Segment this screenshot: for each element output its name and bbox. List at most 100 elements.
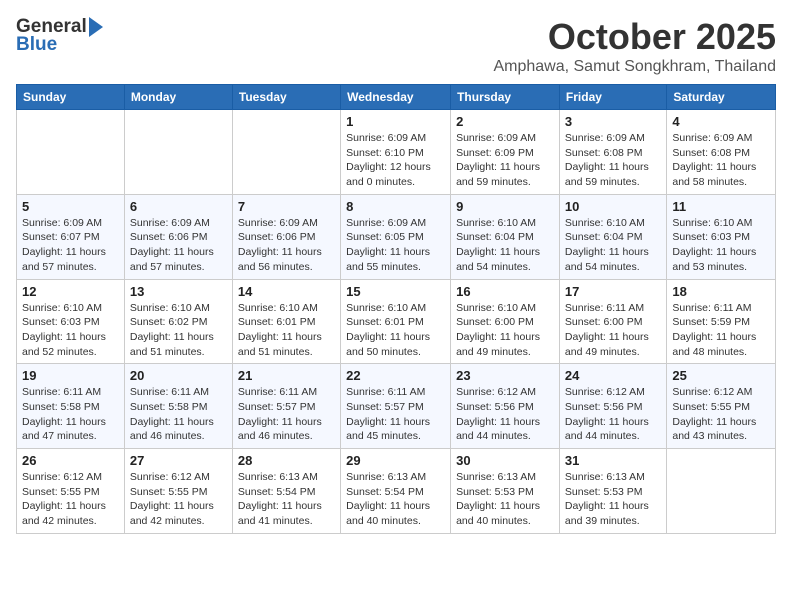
day-info: Sunrise: 6:13 AM Sunset: 5:54 PM Dayligh…	[346, 470, 445, 529]
day-number: 30	[456, 453, 554, 468]
day-info: Sunrise: 6:11 AM Sunset: 5:58 PM Dayligh…	[22, 385, 119, 444]
day-info: Sunrise: 6:09 AM Sunset: 6:08 PM Dayligh…	[672, 131, 770, 190]
calendar-week-row-4: 19 Sunrise: 6:11 AM Sunset: 5:58 PM Dayli…	[17, 364, 776, 449]
weekday-header-tuesday: Tuesday	[232, 85, 340, 110]
day-info: Sunrise: 6:09 AM Sunset: 6:09 PM Dayligh…	[456, 131, 554, 190]
calendar-week-row-5: 26 Sunrise: 6:12 AM Sunset: 5:55 PM Dayli…	[17, 449, 776, 534]
location-title: Amphawa, Samut Songkhram, Thailand	[493, 58, 776, 76]
calendar-cell: 13 Sunrise: 6:10 AM Sunset: 6:02 PM Dayli…	[124, 279, 232, 364]
day-number: 26	[22, 453, 119, 468]
day-number: 22	[346, 368, 445, 383]
day-number: 7	[238, 199, 335, 214]
day-number: 3	[565, 114, 661, 129]
calendar-cell: 23Sunrise: 6:12 AM Sunset: 5:56 PM Dayli…	[451, 364, 560, 449]
day-number: 27	[130, 453, 227, 468]
calendar-cell: 1Sunrise: 6:09 AM Sunset: 6:10 PM Daylig…	[341, 110, 451, 195]
day-number: 10	[565, 199, 661, 214]
day-number: 29	[346, 453, 445, 468]
weekday-header-monday: Monday	[124, 85, 232, 110]
day-number: 24	[565, 368, 661, 383]
logo-arrow-icon	[89, 17, 103, 37]
day-number: 14	[238, 284, 335, 299]
calendar-cell: 24 Sunrise: 6:12 AM Sunset: 5:56 PM Dayli…	[559, 364, 666, 449]
day-info: Sunrise: 6:11 AM Sunset: 5:59 PM Dayligh…	[672, 301, 770, 360]
calendar-cell: 11 Sunrise: 6:10 AM Sunset: 6:03 PM Dayli…	[667, 194, 776, 279]
day-number: 4	[672, 114, 770, 129]
calendar-cell: 10 Sunrise: 6:10 AM Sunset: 6:04 PM Dayli…	[559, 194, 666, 279]
logo: General Blue	[16, 16, 103, 56]
calendar-cell: 29 Sunrise: 6:13 AM Sunset: 5:54 PM Dayli…	[341, 449, 451, 534]
day-info: Sunrise: 6:10 AM Sunset: 6:04 PM Dayligh…	[565, 216, 661, 275]
day-info: Sunrise: 6:12 AM Sunset: 5:55 PM Dayligh…	[130, 470, 227, 529]
day-info: Sunrise: 6:09 AM Sunset: 6:06 PM Dayligh…	[238, 216, 335, 275]
day-info: Sunrise: 6:09 AM Sunset: 6:05 PM Dayligh…	[346, 216, 445, 275]
title-area: October 2025 Amphawa, Samut Songkhram, T…	[493, 16, 776, 76]
calendar-cell	[667, 449, 776, 534]
calendar-cell: 8 Sunrise: 6:09 AM Sunset: 6:05 PM Daylig…	[341, 194, 451, 279]
weekday-header-sunday: Sunday	[17, 85, 125, 110]
calendar-cell: 25 Sunrise: 6:12 AM Sunset: 5:55 PM Dayli…	[667, 364, 776, 449]
calendar-table: SundayMondayTuesdayWednesdayThursdayFrid…	[16, 84, 776, 534]
calendar-cell: 7 Sunrise: 6:09 AM Sunset: 6:06 PM Daylig…	[232, 194, 340, 279]
calendar-cell: 27 Sunrise: 6:12 AM Sunset: 5:55 PM Dayli…	[124, 449, 232, 534]
day-info: Sunrise: 6:10 AM Sunset: 6:02 PM Dayligh…	[130, 301, 227, 360]
calendar-cell: 30 Sunrise: 6:13 AM Sunset: 5:53 PM Dayli…	[451, 449, 560, 534]
day-number: 6	[130, 199, 227, 214]
calendar-week-row-1: 1Sunrise: 6:09 AM Sunset: 6:10 PM Daylig…	[17, 110, 776, 195]
calendar-cell: 26Sunrise: 6:12 AM Sunset: 5:55 PM Dayli…	[17, 449, 125, 534]
day-number: 28	[238, 453, 335, 468]
calendar-cell	[17, 110, 125, 195]
day-info: Sunrise: 6:10 AM Sunset: 6:01 PM Dayligh…	[238, 301, 335, 360]
weekday-header-row: SundayMondayTuesdayWednesdayThursdayFrid…	[17, 85, 776, 110]
calendar-cell: 17 Sunrise: 6:11 AM Sunset: 6:00 PM Dayli…	[559, 279, 666, 364]
day-number: 19	[22, 368, 119, 383]
calendar-cell: 12Sunrise: 6:10 AM Sunset: 6:03 PM Dayli…	[17, 279, 125, 364]
day-number: 17	[565, 284, 661, 299]
day-info: Sunrise: 6:10 AM Sunset: 6:04 PM Dayligh…	[456, 216, 554, 275]
day-info: Sunrise: 6:13 AM Sunset: 5:53 PM Dayligh…	[456, 470, 554, 529]
day-number: 12	[22, 284, 119, 299]
calendar-cell: 2Sunrise: 6:09 AM Sunset: 6:09 PM Daylig…	[451, 110, 560, 195]
calendar-cell: 3 Sunrise: 6:09 AM Sunset: 6:08 PM Daylig…	[559, 110, 666, 195]
logo-blue-text: Blue	[16, 34, 57, 56]
day-info: Sunrise: 6:10 AM Sunset: 6:00 PM Dayligh…	[456, 301, 554, 360]
day-info: Sunrise: 6:10 AM Sunset: 6:03 PM Dayligh…	[672, 216, 770, 275]
day-number: 5	[22, 199, 119, 214]
calendar-week-row-3: 12Sunrise: 6:10 AM Sunset: 6:03 PM Dayli…	[17, 279, 776, 364]
calendar-cell: 9Sunrise: 6:10 AM Sunset: 6:04 PM Daylig…	[451, 194, 560, 279]
calendar-cell	[124, 110, 232, 195]
weekday-header-thursday: Thursday	[451, 85, 560, 110]
calendar-cell: 16Sunrise: 6:10 AM Sunset: 6:00 PM Dayli…	[451, 279, 560, 364]
day-number: 8	[346, 199, 445, 214]
calendar-cell: 6Sunrise: 6:09 AM Sunset: 6:06 PM Daylig…	[124, 194, 232, 279]
day-info: Sunrise: 6:09 AM Sunset: 6:07 PM Dayligh…	[22, 216, 119, 275]
day-info: Sunrise: 6:09 AM Sunset: 6:08 PM Dayligh…	[565, 131, 661, 190]
calendar-cell: 28 Sunrise: 6:13 AM Sunset: 5:54 PM Dayli…	[232, 449, 340, 534]
page-header: General Blue October 2025 Amphawa, Samut…	[16, 16, 776, 76]
calendar-cell: 19 Sunrise: 6:11 AM Sunset: 5:58 PM Dayli…	[17, 364, 125, 449]
calendar-cell	[232, 110, 340, 195]
day-info: Sunrise: 6:11 AM Sunset: 5:57 PM Dayligh…	[238, 385, 335, 444]
day-info: Sunrise: 6:12 AM Sunset: 5:56 PM Dayligh…	[565, 385, 661, 444]
day-info: Sunrise: 6:11 AM Sunset: 5:57 PM Dayligh…	[346, 385, 445, 444]
day-number: 15	[346, 284, 445, 299]
day-info: Sunrise: 6:13 AM Sunset: 5:54 PM Dayligh…	[238, 470, 335, 529]
calendar-cell: 31Sunrise: 6:13 AM Sunset: 5:53 PM Dayli…	[559, 449, 666, 534]
calendar-cell: 18Sunrise: 6:11 AM Sunset: 5:59 PM Dayli…	[667, 279, 776, 364]
day-info: Sunrise: 6:10 AM Sunset: 6:01 PM Dayligh…	[346, 301, 445, 360]
calendar-cell: 14 Sunrise: 6:10 AM Sunset: 6:01 PM Dayli…	[232, 279, 340, 364]
day-number: 25	[672, 368, 770, 383]
day-number: 20	[130, 368, 227, 383]
calendar-cell: 20Sunrise: 6:11 AM Sunset: 5:58 PM Dayli…	[124, 364, 232, 449]
day-info: Sunrise: 6:12 AM Sunset: 5:55 PM Dayligh…	[672, 385, 770, 444]
calendar-cell: 4 Sunrise: 6:09 AM Sunset: 6:08 PM Daylig…	[667, 110, 776, 195]
day-number: 23	[456, 368, 554, 383]
day-info: Sunrise: 6:11 AM Sunset: 6:00 PM Dayligh…	[565, 301, 661, 360]
weekday-header-wednesday: Wednesday	[341, 85, 451, 110]
day-number: 21	[238, 368, 335, 383]
calendar-cell: 15 Sunrise: 6:10 AM Sunset: 6:01 PM Dayli…	[341, 279, 451, 364]
day-info: Sunrise: 6:09 AM Sunset: 6:10 PM Dayligh…	[346, 131, 445, 190]
calendar-week-row-2: 5 Sunrise: 6:09 AM Sunset: 6:07 PM Daylig…	[17, 194, 776, 279]
day-number: 11	[672, 199, 770, 214]
day-number: 13	[130, 284, 227, 299]
